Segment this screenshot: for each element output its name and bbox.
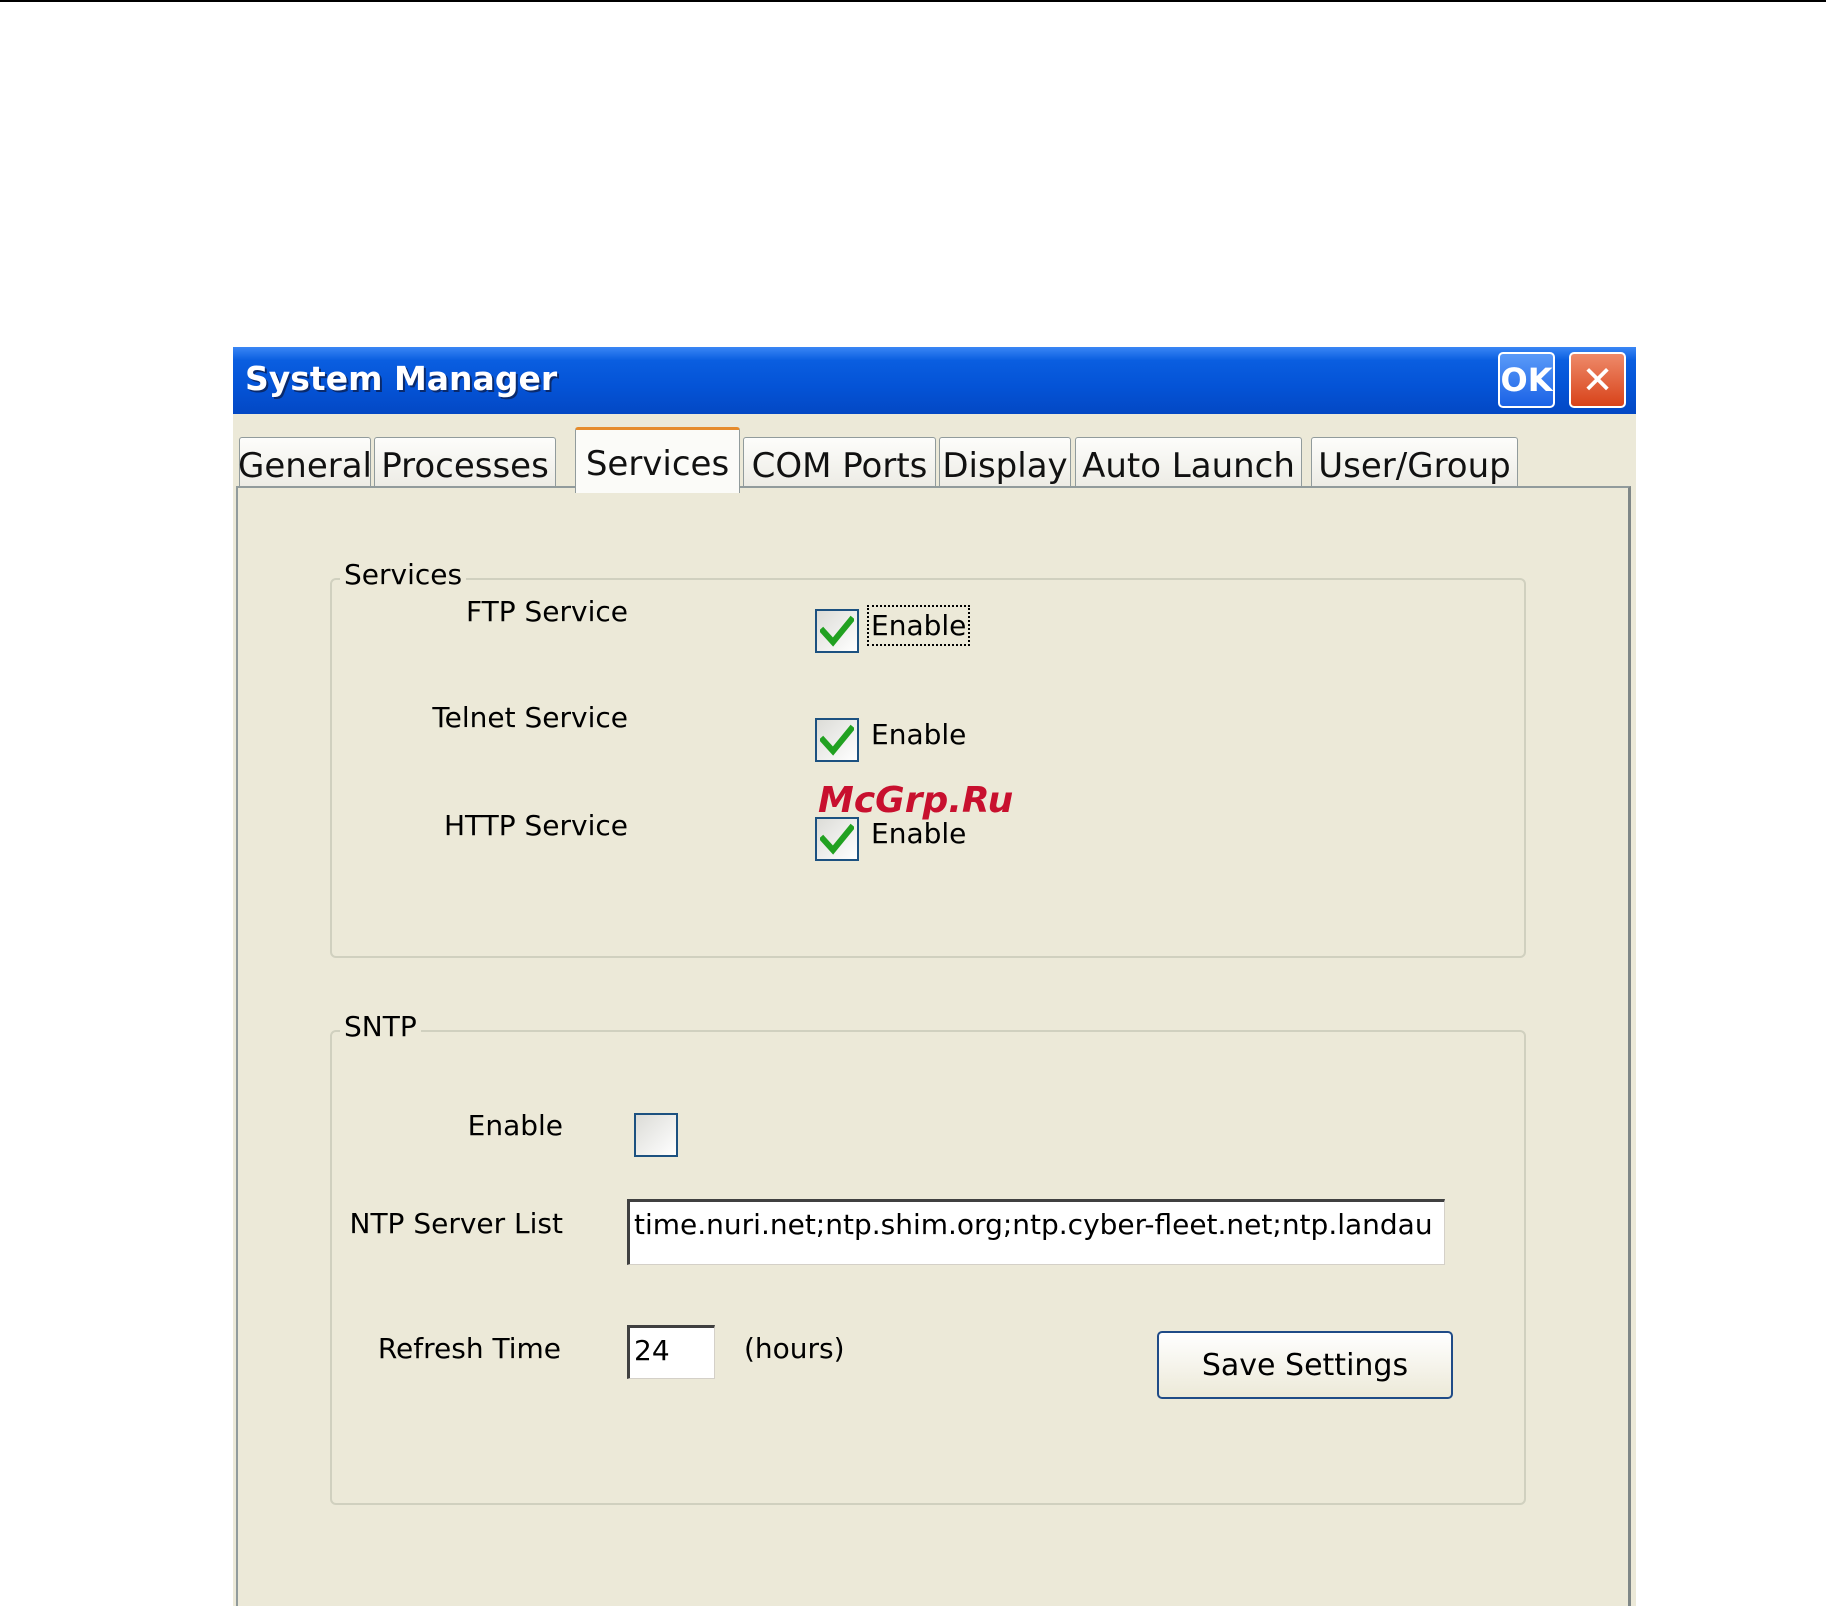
tab-general[interactable]: General: [238, 437, 372, 489]
tab-com-ports[interactable]: COM Ports: [743, 437, 936, 489]
close-button[interactable]: ✕: [1569, 352, 1626, 408]
checkmark-icon: [820, 724, 854, 756]
save-settings-button[interactable]: Save Settings: [1157, 1331, 1453, 1399]
title-bar[interactable]: System Manager OK ✕: [233, 347, 1636, 414]
sntp-enable-label: Enable: [467, 1109, 563, 1142]
refresh-time-unit: (hours): [744, 1332, 845, 1365]
services-group-title: Services: [340, 558, 467, 591]
sntp-enable-checkbox[interactable]: [634, 1113, 678, 1157]
tab-auto-launch[interactable]: Auto Launch: [1075, 437, 1302, 489]
checkmark-icon: [820, 823, 854, 855]
checkmark-icon: [820, 615, 854, 647]
close-icon: ✕: [1581, 358, 1614, 402]
tab-display[interactable]: Display: [939, 437, 1071, 489]
ok-button[interactable]: OK: [1498, 352, 1555, 408]
http-service-label: HTTP Service: [443, 809, 628, 842]
tab-processes[interactable]: Processes: [374, 437, 556, 489]
ntp-server-list-input[interactable]: time.nuri.net;ntp.shim.org;ntp.cyber-fle…: [627, 1199, 1445, 1265]
ftp-service-label: FTP Service: [466, 595, 628, 628]
tab-user-group[interactable]: User/Group: [1311, 437, 1518, 489]
sntp-group-title: SNTP: [340, 1010, 421, 1043]
page-top-rule: [0, 0, 1826, 2]
refresh-time-label: Refresh Time: [377, 1332, 561, 1365]
system-manager-window: System Manager OK ✕ General Processes Se…: [233, 347, 1636, 1606]
window-title: System Manager: [245, 359, 558, 398]
telnet-service-label: Telnet Service: [432, 701, 628, 734]
ntp-server-list-label: NTP Server List: [349, 1207, 564, 1240]
watermark: McGrp.Ru: [818, 780, 1014, 821]
ftp-enable-checkbox[interactable]: [815, 609, 859, 653]
ftp-enable-label[interactable]: Enable: [866, 605, 971, 646]
refresh-time-input[interactable]: 24: [627, 1325, 715, 1379]
http-enable-checkbox[interactable]: [815, 817, 859, 861]
sntp-groupbox: SNTP: [330, 1010, 1526, 1505]
telnet-enable-label[interactable]: Enable: [871, 718, 966, 751]
telnet-enable-checkbox[interactable]: [815, 718, 859, 762]
http-enable-label[interactable]: Enable: [871, 817, 966, 850]
tab-services[interactable]: Services: [575, 427, 740, 493]
